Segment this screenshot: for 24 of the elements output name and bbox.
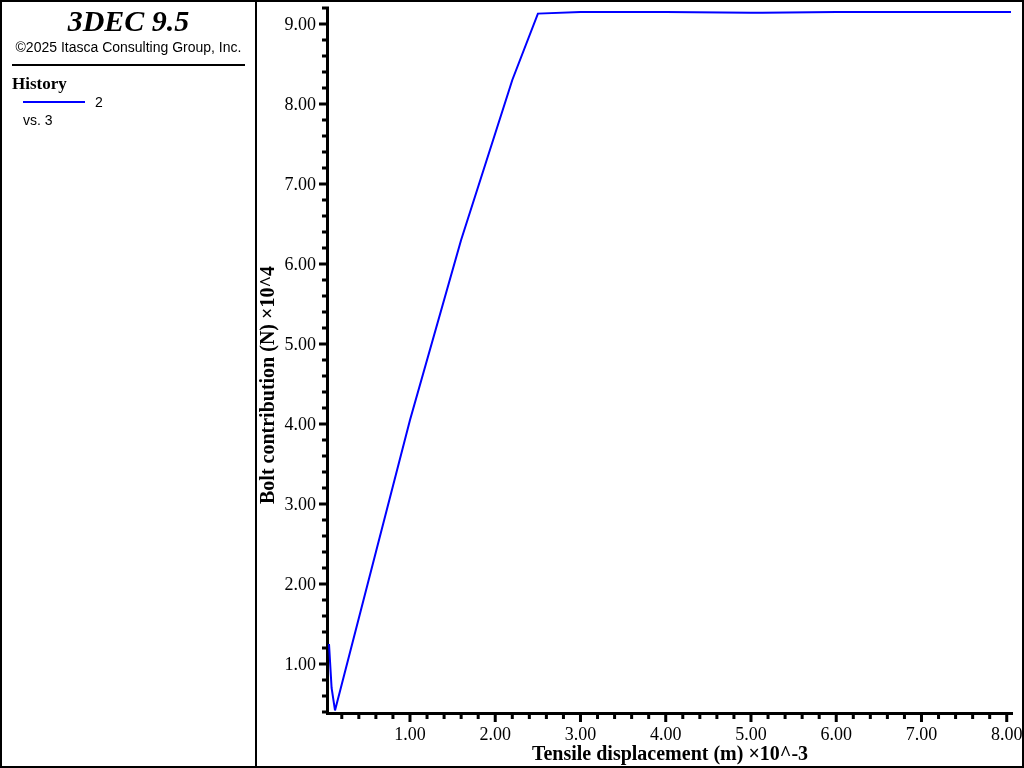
x-tick-label: 7.00 (905, 724, 938, 744)
x-tick-label: 8.00 (991, 724, 1022, 744)
legend-label: 2 (95, 94, 103, 110)
y-tick-label: 1.00 (284, 654, 316, 674)
x-tick-label: 5.00 (735, 724, 767, 744)
x-axis-title: Tensile displacement (m) ×10^-3 (531, 742, 809, 764)
x-tick-label: 3.00 (564, 724, 597, 744)
y-tick-label: 2.00 (284, 574, 316, 594)
legend-sublabel: vs. 3 (23, 112, 54, 128)
y-tick-label: 4.00 (284, 414, 316, 434)
app-title: 3DEC 9.5 (66, 4, 191, 38)
y-tick-label: 3.00 (284, 494, 316, 514)
y-tick-label: 6.00 (284, 254, 316, 274)
x-tick-label: 6.00 (820, 724, 852, 744)
legend-title: History (12, 74, 68, 94)
x-tick-label: 4.00 (650, 724, 682, 744)
y-axis-title: Bolt contribution (N) ×10^4 (257, 266, 278, 504)
x-tick-label: 1.00 (394, 724, 426, 744)
x-tick-label: 2.00 (479, 724, 511, 744)
y-tick-label: 9.00 (284, 14, 316, 34)
y-tick-label: 8.00 (284, 94, 316, 114)
y-tick-label: 7.00 (284, 174, 316, 194)
y-tick-label: 5.00 (284, 334, 316, 354)
copyright-text: ©2025 Itasca Consulting Group, Inc. (14, 38, 243, 56)
